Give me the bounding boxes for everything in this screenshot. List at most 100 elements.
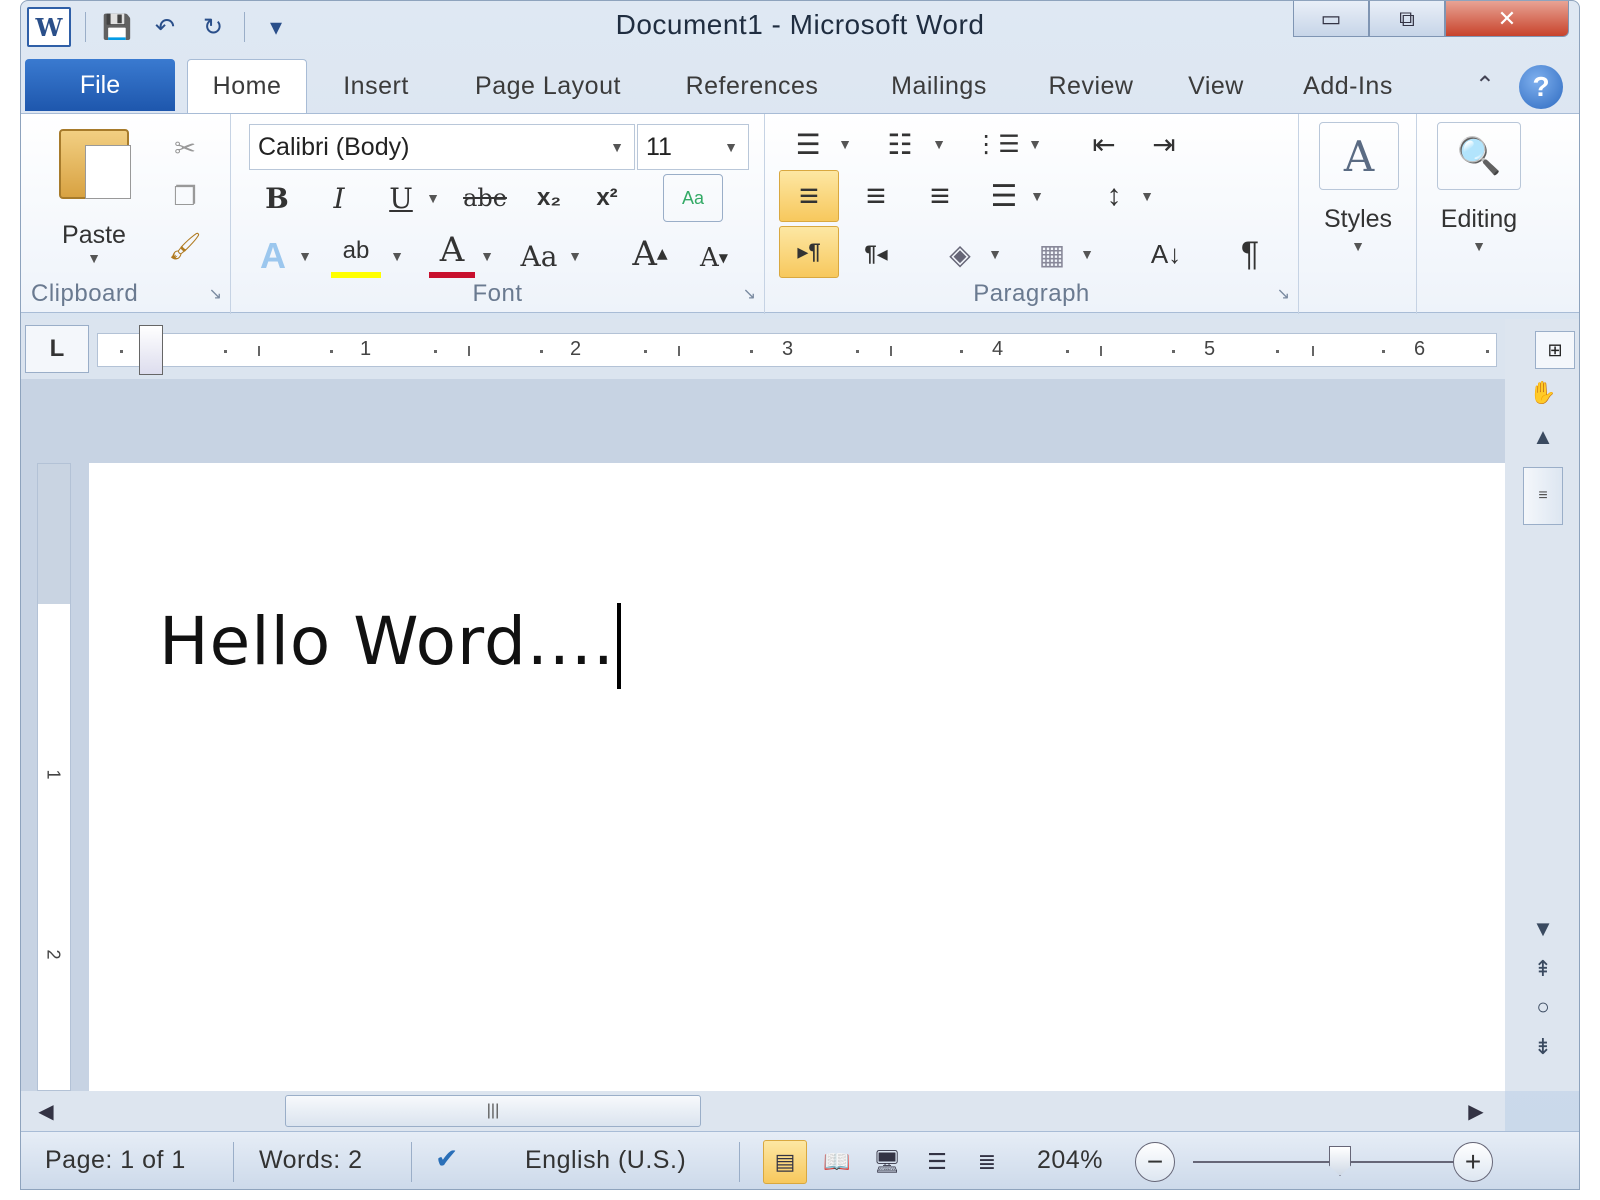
clear-formatting-button[interactable]: Aa xyxy=(663,174,723,222)
styles-button[interactable]: Styles xyxy=(1299,202,1417,236)
copy-icon[interactable]: ❐ xyxy=(165,176,205,216)
align-right-button[interactable]: ≡ xyxy=(915,172,965,220)
increase-indent-button[interactable]: ⇥ xyxy=(1141,124,1187,164)
bullets-button[interactable]: ☰ xyxy=(785,124,831,164)
format-painter-icon[interactable]: 🖌 xyxy=(165,226,205,266)
change-case-dropdown-icon[interactable]: ▼ xyxy=(567,248,583,264)
proofing-icon[interactable]: ✔ xyxy=(435,1142,459,1175)
font-color-button[interactable]: A xyxy=(429,228,475,278)
full-screen-reading-view-button[interactable]: 📖 xyxy=(815,1140,859,1184)
tab-view[interactable]: View xyxy=(1171,59,1261,113)
pan-icon[interactable]: ✋ xyxy=(1521,373,1565,413)
paste-button[interactable]: Paste ▼ xyxy=(29,122,159,272)
indent-marker[interactable] xyxy=(139,325,163,375)
numbering-button[interactable]: ☷ xyxy=(877,124,923,164)
tab-add-ins[interactable]: Add-Ins xyxy=(1283,59,1413,113)
zoom-slider-thumb[interactable] xyxy=(1329,1146,1351,1176)
numbering-dropdown-icon[interactable]: ▼ xyxy=(931,136,947,152)
font-size-combobox[interactable]: 11 ▼ xyxy=(637,124,749,170)
vertical-ruler[interactable]: 1 2 xyxy=(37,463,71,1091)
line-spacing-dropdown-icon[interactable]: ▼ xyxy=(1139,188,1155,204)
previous-page-icon[interactable]: ⇞ xyxy=(1521,949,1565,989)
paragraph-launcher-icon[interactable]: ↘ xyxy=(1277,284,1290,304)
styles-dropdown-icon[interactable]: ▼ xyxy=(1350,238,1366,254)
vertical-scroll-thumb[interactable]: ≡ xyxy=(1523,467,1563,525)
editing-icon[interactable]: 🔍 xyxy=(1437,122,1521,190)
zoom-out-button[interactable]: − xyxy=(1135,1142,1175,1182)
draft-view-button[interactable]: ≣ xyxy=(965,1140,1009,1184)
multilevel-list-button[interactable]: ⋮☰ xyxy=(969,124,1025,164)
underline-button[interactable]: U xyxy=(381,176,421,220)
tab-stop-selector[interactable]: L xyxy=(25,325,89,373)
justify-button[interactable]: ☰ xyxy=(979,172,1029,220)
font-color-dropdown-icon[interactable]: ▼ xyxy=(479,248,495,264)
next-page-icon[interactable]: ⇟ xyxy=(1521,1027,1565,1067)
bold-button[interactable]: B xyxy=(257,176,297,220)
tab-mailings[interactable]: Mailings xyxy=(869,59,1009,113)
underline-dropdown-icon[interactable]: ▼ xyxy=(425,190,441,206)
page-count[interactable]: Page: 1 of 1 xyxy=(45,1146,186,1175)
right-to-left-button[interactable]: ¶◂ xyxy=(849,230,903,278)
tab-insert[interactable]: Insert xyxy=(321,59,431,113)
word-count[interactable]: Words: 2 xyxy=(259,1146,363,1175)
superscript-button[interactable]: x² xyxy=(585,176,629,220)
tab-file[interactable]: File xyxy=(25,59,175,111)
print-layout-view-button[interactable]: ▤ xyxy=(763,1140,807,1184)
outline-view-button[interactable]: ☰ xyxy=(915,1140,959,1184)
zoom-in-button[interactable]: + xyxy=(1453,1142,1493,1182)
document-text[interactable]: Hello Word.... xyxy=(159,603,621,689)
document-page[interactable]: Hello Word.... xyxy=(89,463,1505,1091)
scroll-right-icon[interactable]: ▶ xyxy=(1461,1095,1491,1127)
font-name-combobox[interactable]: Calibri (Body) ▼ xyxy=(249,124,635,170)
web-layout-view-button[interactable]: 🖥 xyxy=(865,1140,909,1184)
editing-dropdown-icon[interactable]: ▼ xyxy=(1471,238,1487,254)
font-size-dropdown-icon[interactable]: ▼ xyxy=(724,139,738,155)
justify-dropdown-icon[interactable]: ▼ xyxy=(1029,188,1045,204)
tab-home[interactable]: Home xyxy=(187,59,307,113)
center-button[interactable]: ≡ xyxy=(851,172,901,220)
view-ruler-icon[interactable]: ⊞ xyxy=(1535,331,1575,369)
borders-dropdown-icon[interactable]: ▼ xyxy=(1079,246,1095,262)
zoom-slider-track[interactable] xyxy=(1193,1161,1463,1163)
minimize-button[interactable]: ▭ xyxy=(1293,1,1369,37)
font-name-dropdown-icon[interactable]: ▼ xyxy=(610,139,624,155)
tab-page-layout[interactable]: Page Layout xyxy=(453,59,643,113)
paste-dropdown-icon[interactable]: ▼ xyxy=(87,250,101,266)
align-left-button[interactable]: ≡ xyxy=(779,170,839,222)
bullets-dropdown-icon[interactable]: ▼ xyxy=(837,136,853,152)
shrink-font-button[interactable]: A ▼ xyxy=(691,234,737,282)
font-launcher-icon[interactable]: ↘ xyxy=(743,284,756,304)
change-case-button[interactable]: Aa xyxy=(511,232,567,280)
horizontal-scrollbar[interactable]: ◀ ||| ▶ xyxy=(21,1091,1505,1131)
left-to-right-button[interactable]: ▸¶ xyxy=(779,226,839,278)
scroll-left-icon[interactable]: ◀ xyxy=(31,1095,61,1127)
show-hide-formatting-button[interactable]: ¶ xyxy=(1227,230,1273,278)
sort-button[interactable]: A↓ xyxy=(1139,230,1193,278)
decrease-indent-button[interactable]: ⇤ xyxy=(1081,124,1127,164)
shading-button[interactable]: ◈ xyxy=(935,230,985,278)
multilevel-dropdown-icon[interactable]: ▼ xyxy=(1027,136,1043,152)
cut-icon[interactable]: ✂ xyxy=(165,128,205,168)
scroll-up-icon[interactable]: ▲ xyxy=(1521,417,1565,457)
styles-icon[interactable]: A xyxy=(1319,122,1399,190)
strikethrough-button[interactable]: abe xyxy=(457,176,513,220)
horizontal-scroll-thumb[interactable]: ||| xyxy=(285,1095,701,1127)
close-button[interactable]: ✕ xyxy=(1445,1,1569,37)
select-browse-object-icon[interactable]: ○ xyxy=(1521,987,1565,1027)
text-effects-button[interactable]: A xyxy=(251,232,295,280)
italic-button[interactable]: I xyxy=(319,176,359,220)
vertical-scrollbar[interactable]: ⊞ ✋ ▲ ≡ ▼ ⇞ ○ ⇟ xyxy=(1505,319,1579,1091)
highlight-dropdown-icon[interactable]: ▼ xyxy=(389,248,405,264)
tab-review[interactable]: Review xyxy=(1031,59,1151,113)
shading-dropdown-icon[interactable]: ▼ xyxy=(987,246,1003,262)
zoom-level[interactable]: 204% xyxy=(1037,1146,1103,1175)
editing-button[interactable]: Editing xyxy=(1417,202,1541,236)
help-icon[interactable]: ? xyxy=(1519,65,1563,109)
highlight-button[interactable]: ab xyxy=(331,230,381,278)
maximize-button[interactable]: ⧉ xyxy=(1369,1,1445,37)
scroll-down-icon[interactable]: ▼ xyxy=(1521,909,1565,949)
subscript-button[interactable]: x₂ xyxy=(527,176,571,220)
text-effects-dropdown-icon[interactable]: ▼ xyxy=(297,248,313,264)
minimize-ribbon-icon[interactable]: ⌃ xyxy=(1475,71,1495,100)
grow-font-button[interactable]: A ▲ xyxy=(627,230,673,278)
